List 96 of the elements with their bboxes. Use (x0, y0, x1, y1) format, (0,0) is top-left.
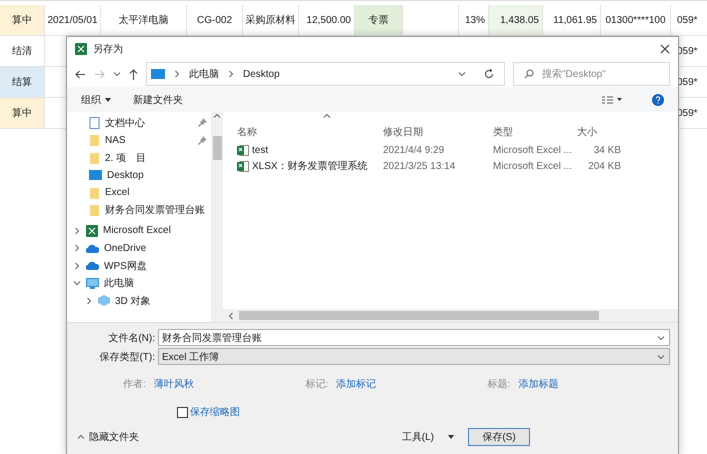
folder-icon (89, 186, 100, 199)
scrollbar[interactable] (211, 112, 223, 322)
new-folder-button[interactable]: 新建文件夹 (133, 92, 183, 106)
field-label: 保存类型(T): (98, 350, 156, 364)
tree-item[interactable]: WPS网盘 (71, 257, 211, 274)
file-type-dropdown[interactable]: Excel 工作簿 (158, 348, 670, 365)
quick-access-item[interactable]: 2. 项 目 (71, 149, 211, 166)
file-date: 2021/4/4 9:29 (383, 144, 446, 156)
scrollbar-thumb[interactable] (239, 311, 599, 320)
status-cell: 结算 (0, 67, 45, 97)
table-cell: 专票 (355, 5, 403, 35)
computer-icon (86, 278, 99, 289)
table-cell: CG-002 (187, 5, 243, 35)
computer-icon (151, 69, 165, 79)
search-icon (524, 69, 534, 79)
chevron-right-icon (227, 70, 235, 78)
column-header[interactable]: 大小 (577, 125, 621, 139)
meta-label: 标题: (488, 378, 510, 391)
folder-icon (89, 134, 100, 146)
document-icon (89, 116, 100, 129)
quick-access-item[interactable]: 财务合同发票管理台账 (71, 202, 211, 219)
file-type: Microsoft Excel ... (493, 144, 573, 156)
view-options-icon[interactable] (602, 96, 622, 104)
breadcrumb[interactable]: 此电脑 (189, 67, 219, 81)
file-date: 2021/3/25 13:14 (383, 160, 456, 172)
column-header[interactable]: 修改日期 (383, 125, 493, 139)
spreadsheet-file-icon (237, 160, 249, 172)
cube-icon (98, 295, 110, 306)
chevron-down-icon (458, 70, 466, 78)
table-cell: 2021/05/01 (45, 5, 101, 35)
field-label: 文件名(N): (107, 332, 156, 344)
caret-icon (105, 98, 111, 102)
desktop-icon (89, 170, 102, 180)
column-header[interactable]: 类型 (493, 125, 577, 139)
chevron-left-icon (227, 312, 235, 320)
chevron-down-icon (657, 352, 665, 360)
folder-icon (89, 204, 100, 216)
file-row[interactable]: XLSX：财务发票管理系统 2021/3/25 13:14 Microsoft Excel ... 204 KB (223, 158, 678, 174)
refresh-icon[interactable] (484, 69, 494, 79)
table-cell: 01300****100 (601, 5, 671, 35)
table-cell-text: 059* (676, 14, 699, 28)
scrollbar[interactable] (223, 309, 678, 322)
quick-access-item[interactable]: Excel (71, 184, 211, 202)
checkbox[interactable] (177, 406, 188, 418)
hide-folders-button[interactable]: 隐藏文件夹 (89, 430, 139, 444)
quick-access-item[interactable]: 文档中心 (71, 114, 211, 132)
meta-label: 作者: (123, 378, 146, 391)
file-type: Microsoft Excel ... (493, 160, 573, 172)
caret-icon[interactable] (448, 435, 454, 439)
file-name: test (252, 144, 268, 156)
table-cell: 11,061.95 (543, 5, 601, 35)
table-cell: 1,438.05 (489, 5, 543, 35)
column-header[interactable]: 名称 (223, 125, 383, 139)
chevron-down-icon (657, 334, 665, 342)
checkbox-label[interactable]: 保存缩略图 (190, 405, 240, 419)
quick-access-item[interactable]: NAS (71, 132, 211, 149)
search-field[interactable]: 搜索"Desktop" (513, 62, 670, 86)
spreadsheet-file-icon (237, 144, 249, 156)
tree-item[interactable]: 此电脑 (71, 274, 211, 292)
cloud-icon (86, 261, 99, 270)
spreadsheet-icon (86, 224, 98, 237)
filename-field[interactable]: 财务合同发票管理台账 (158, 329, 670, 346)
organize-button[interactable]: 组织 (81, 92, 111, 106)
file-name: XLSX：财务发票管理系统 (252, 160, 368, 173)
back-arrow-icon[interactable] (75, 70, 86, 78)
tools-button[interactable]: 工具(L) (402, 430, 434, 444)
cloud-icon (86, 244, 99, 253)
chevron-right-icon (173, 70, 181, 78)
chevron-up-icon (77, 433, 85, 441)
table-cell: 太平洋电脑 (101, 5, 187, 35)
meta-label: 标记: (305, 378, 328, 391)
meta-link[interactable]: 添加标题 (518, 377, 558, 391)
up-arrow-icon[interactable] (129, 68, 138, 80)
save-button[interactable]: 保存(S) (468, 428, 530, 446)
file-row[interactable]: test 2021/4/4 9:29 Microsoft Excel ... 34 KB (223, 142, 678, 158)
close-icon[interactable] (660, 44, 670, 54)
chevron-up-icon (213, 112, 221, 120)
window-title: 另存为 (93, 42, 123, 56)
help-icon[interactable] (652, 94, 664, 106)
address-bar[interactable]: 此电脑 Desktop (146, 62, 505, 86)
spreadsheet-icon (75, 43, 87, 55)
meta-link[interactable]: 薄叶风秋 (154, 377, 194, 391)
scrollbar-thumb[interactable] (212, 136, 222, 160)
quick-access-item[interactable]: Desktop (71, 166, 211, 184)
folder-icon (89, 152, 100, 164)
status-cell: 算中 (0, 98, 45, 128)
tree-item[interactable]: OneDrive (71, 240, 211, 257)
tree-item[interactable]: 3D 对象 (71, 292, 211, 310)
status-cell: 算中 (0, 5, 45, 35)
table-cell: 采购原材料 (243, 5, 299, 35)
meta-link[interactable]: 添加标记 (336, 377, 376, 391)
chevron-down-icon (113, 70, 121, 78)
file-size: 204 KB (587, 160, 621, 172)
file-size: 34 KB (592, 144, 621, 156)
tree-item[interactable]: Microsoft Excel (71, 222, 211, 240)
breadcrumb[interactable]: Desktop (243, 68, 280, 80)
